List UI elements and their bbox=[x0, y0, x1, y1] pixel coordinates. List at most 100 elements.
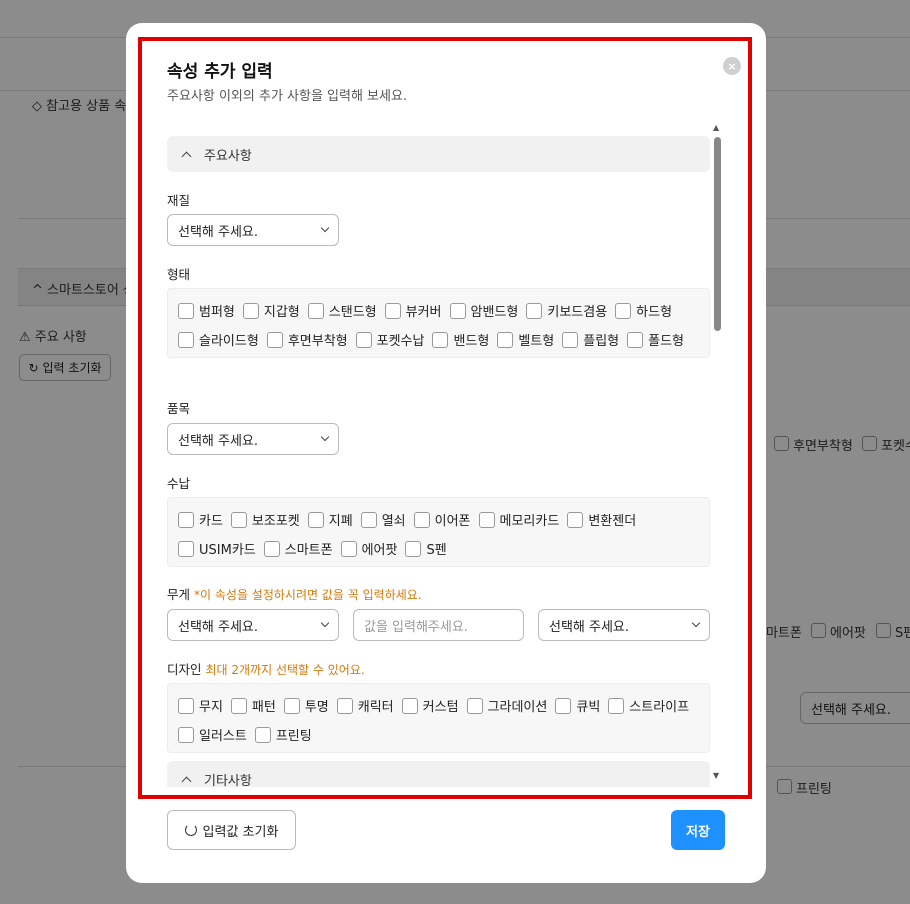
storage-option[interactable]: USIM카드 bbox=[178, 539, 256, 558]
material-select[interactable]: 선택해 주세요. bbox=[167, 214, 339, 246]
chevron-up-icon bbox=[181, 151, 192, 161]
chevron-down-icon bbox=[320, 618, 330, 628]
checkbox[interactable] bbox=[608, 697, 625, 714]
checkbox[interactable] bbox=[242, 302, 259, 319]
design-option[interactable]: 무지 bbox=[178, 696, 223, 715]
shape-option[interactable]: 밴드형 bbox=[432, 330, 489, 349]
weight-value-input[interactable]: 값을 입력해주세요. bbox=[353, 609, 524, 641]
design-option[interactable]: 그라데이션 bbox=[466, 696, 547, 715]
item-label: 품목 bbox=[167, 401, 191, 416]
design-option[interactable]: 커스텀 bbox=[401, 696, 459, 715]
section-other-toggle[interactable]: 기타사항 bbox=[167, 761, 710, 787]
storage-option[interactable]: 보조포켓 bbox=[230, 510, 300, 529]
checkbox[interactable] bbox=[178, 726, 194, 743]
design-option[interactable]: 투명 bbox=[283, 696, 329, 715]
storage-option[interactable]: 에어팟 bbox=[340, 539, 397, 558]
scroll-down-icon[interactable]: ▼ bbox=[713, 771, 719, 780]
checkbox[interactable] bbox=[307, 302, 324, 319]
storage-row-1: 카드 보조포켓 지폐 열쇠 이어폰 메모리카드 변환젠더 bbox=[178, 505, 699, 534]
shape-option[interactable]: 지갑형 bbox=[242, 301, 300, 320]
checkbox[interactable] bbox=[178, 511, 194, 528]
weight-unit-select[interactable]: 선택해 주세요. bbox=[538, 609, 710, 641]
design-option[interactable]: 큐빅 bbox=[555, 696, 600, 715]
scroll-up-icon[interactable]: ▲ bbox=[713, 123, 719, 132]
checkbox[interactable] bbox=[615, 302, 632, 319]
checkbox[interactable] bbox=[178, 697, 194, 714]
checkbox[interactable] bbox=[401, 697, 418, 714]
checkbox[interactable] bbox=[254, 726, 271, 743]
storage-option[interactable]: 이어폰 bbox=[413, 510, 471, 529]
checkbox[interactable] bbox=[263, 540, 280, 557]
checkbox[interactable] bbox=[178, 331, 194, 348]
checkbox[interactable] bbox=[497, 331, 514, 348]
design-option[interactable]: 스트라이프 bbox=[608, 696, 689, 715]
checkbox[interactable] bbox=[340, 540, 357, 557]
design-note: 최대 2개까지 선택할 수 있어요. bbox=[205, 663, 365, 677]
storage-option[interactable]: 지폐 bbox=[307, 510, 353, 529]
item-select[interactable]: 선택해 주세요. bbox=[167, 423, 339, 455]
checkbox[interactable] bbox=[355, 331, 372, 348]
storage-option[interactable]: S펜 bbox=[405, 539, 447, 558]
checkbox[interactable] bbox=[178, 540, 194, 557]
shape-option[interactable]: 키보드겸용 bbox=[526, 301, 607, 320]
shape-option[interactable]: 벨트형 bbox=[497, 330, 554, 349]
checkbox[interactable] bbox=[478, 511, 495, 528]
checkbox[interactable] bbox=[307, 511, 324, 528]
checkbox[interactable] bbox=[627, 331, 644, 348]
storage-option[interactable]: 변환젠더 bbox=[567, 510, 636, 529]
chevron-down-icon bbox=[691, 618, 701, 628]
design-label: 디자인 최대 2개까지 선택할 수 있어요. bbox=[167, 662, 365, 677]
design-option[interactable]: 패턴 bbox=[230, 696, 276, 715]
shape-option[interactable]: 폴드형 bbox=[627, 330, 684, 349]
design-option[interactable]: 일러스트 bbox=[178, 725, 247, 744]
checkbox[interactable] bbox=[567, 511, 584, 528]
reset-values-button[interactable]: 입력값 초기화 bbox=[167, 810, 296, 850]
weight-select[interactable]: 선택해 주세요. bbox=[167, 609, 339, 641]
section-main-toggle[interactable]: 주요사항 bbox=[167, 136, 710, 172]
shape-option[interactable]: 후면부착형 bbox=[266, 330, 348, 349]
storage-row-2: USIM카드 스마트폰 에어팟 S펜 bbox=[178, 534, 699, 563]
checkbox[interactable] bbox=[466, 697, 483, 714]
save-button[interactable]: 저장 bbox=[671, 810, 725, 850]
chevron-up-icon bbox=[181, 776, 192, 786]
checkbox[interactable] bbox=[336, 697, 353, 714]
checkbox[interactable] bbox=[555, 697, 572, 714]
checkbox[interactable] bbox=[230, 697, 247, 714]
scrollbar-thumb[interactable] bbox=[714, 137, 721, 331]
design-options: 무지 패턴 투명 캐릭터 커스텀 그라데이션 큐빅 스트라이프 일러스트 프린팅 bbox=[167, 683, 710, 753]
shape-row-2: 슬라이드형 후면부착형 포켓수납 밴드형 벨트형 플립형 폴드형 bbox=[178, 325, 699, 354]
attribute-modal: 속성 추가 입력 주요사항 이외의 추가 사항을 입력해 보세요. × 주요사항… bbox=[126, 23, 766, 883]
storage-option[interactable]: 메모리카드 bbox=[478, 510, 559, 529]
checkbox[interactable] bbox=[526, 302, 543, 319]
checkbox[interactable] bbox=[230, 511, 247, 528]
checkbox[interactable] bbox=[562, 331, 579, 348]
storage-option[interactable]: 스마트폰 bbox=[263, 539, 333, 558]
shape-option[interactable]: 포켓수납 bbox=[355, 330, 424, 349]
shape-option[interactable]: 범퍼형 bbox=[178, 301, 235, 320]
checkbox[interactable] bbox=[405, 540, 422, 557]
checkbox[interactable] bbox=[413, 511, 430, 528]
checkbox[interactable] bbox=[266, 331, 283, 348]
design-option[interactable]: 캐릭터 bbox=[336, 696, 394, 715]
modal-scrollbar[interactable]: ▲ ▼ bbox=[712, 123, 722, 785]
checkbox[interactable] bbox=[178, 302, 194, 319]
storage-option[interactable]: 카드 bbox=[178, 510, 223, 529]
chevron-down-icon bbox=[320, 223, 330, 233]
storage-option[interactable]: 열쇠 bbox=[360, 510, 406, 529]
close-icon[interactable]: × bbox=[723, 57, 741, 75]
shape-option[interactable]: 하드형 bbox=[615, 301, 672, 320]
material-label: 재질 bbox=[167, 193, 191, 208]
checkbox[interactable] bbox=[384, 302, 401, 319]
checkbox[interactable] bbox=[449, 302, 466, 319]
shape-options: 범퍼형 지갑형 스탠드형 뷰커버 암밴드형 키보드겸용 하드형 슬라이드형 후면… bbox=[167, 288, 710, 358]
shape-option[interactable]: 슬라이드형 bbox=[178, 330, 259, 349]
design-option[interactable]: 프린팅 bbox=[254, 725, 312, 744]
checkbox[interactable] bbox=[432, 331, 449, 348]
shape-option[interactable]: 플립형 bbox=[562, 330, 619, 349]
shape-option[interactable]: 스탠드형 bbox=[307, 301, 377, 320]
shape-option[interactable]: 뷰커버 bbox=[384, 301, 442, 320]
modal-scroll-area[interactable]: 주요사항 재질 선택해 주세요. 형태 범퍼형 지갑형 스탠드형 뷰커버 암밴드… bbox=[167, 133, 710, 787]
checkbox[interactable] bbox=[360, 511, 377, 528]
shape-option[interactable]: 암밴드형 bbox=[449, 301, 518, 320]
checkbox[interactable] bbox=[283, 697, 300, 714]
